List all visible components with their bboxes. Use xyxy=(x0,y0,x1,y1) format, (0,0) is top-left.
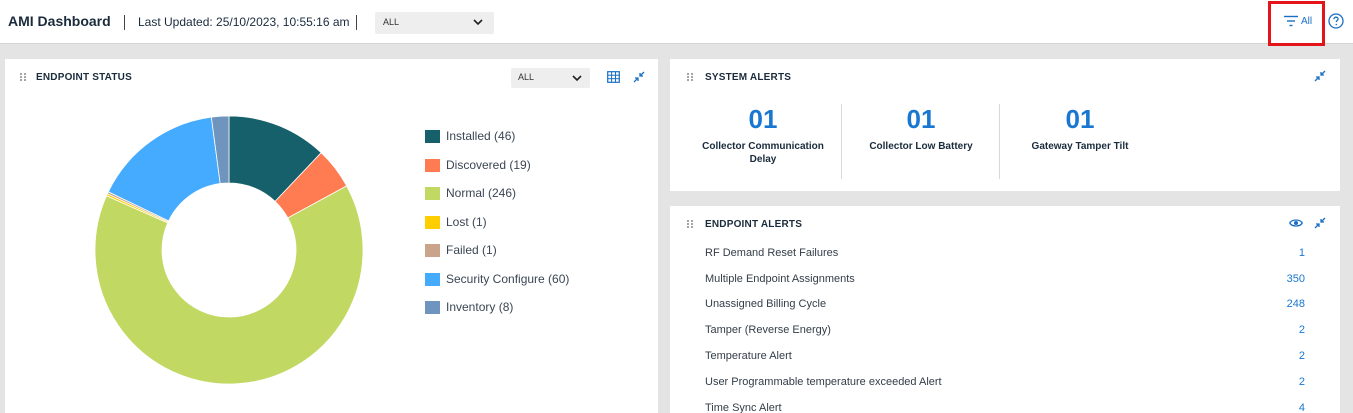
endpoint-status-select-value: ALL xyxy=(518,72,535,82)
donut-slice-normal[interactable] xyxy=(94,185,364,385)
page-title: AMI Dashboard xyxy=(8,13,111,29)
alert-tile-value: 01 xyxy=(748,104,778,134)
collapse-icon[interactable] xyxy=(633,71,645,83)
legend-label: Security Configure (60) xyxy=(446,271,570,286)
drag-handle-icon[interactable] xyxy=(686,219,694,229)
endpoint-alerts-panel: ENDPOINT ALERTS RF Demand Reset Failures… xyxy=(670,206,1340,413)
legend-label: Lost (1) xyxy=(446,214,487,229)
alert-tile-label: Collector Low Battery xyxy=(869,141,973,152)
alert-count[interactable]: 2 xyxy=(1299,324,1305,336)
legend-item-normal[interactable]: Normal (246) xyxy=(425,184,625,202)
alert-label: User Programmable temperature exceeded A… xyxy=(705,376,942,388)
legend-label: Failed (1) xyxy=(446,243,497,257)
list-item[interactable]: Temperature Alert 2 xyxy=(705,350,1305,366)
alert-label: RF Demand Reset Failures xyxy=(705,247,839,259)
alert-count[interactable]: 2 xyxy=(1299,376,1305,388)
list-item[interactable]: Unassigned Billing Cycle 248 xyxy=(705,298,1305,314)
legend-item-security-configure[interactable]: Security Configure (60) xyxy=(425,270,625,288)
drag-handle-icon[interactable] xyxy=(686,72,694,82)
system-alerts-title: SYSTEM ALERTS xyxy=(705,72,792,83)
chevron-down-icon xyxy=(572,75,582,82)
legend-swatch xyxy=(425,130,440,143)
alert-count[interactable]: 4 xyxy=(1299,402,1305,413)
filter-button[interactable]: All xyxy=(1301,16,1312,27)
legend-swatch xyxy=(425,158,440,172)
help-icon[interactable] xyxy=(1328,13,1344,29)
list-item[interactable]: User Programmable temperature exceeded A… xyxy=(705,376,1305,392)
endpoint-status-panel: ENDPOINT STATUS ALL Installed (46) Discov… xyxy=(5,59,658,413)
endpoint-alerts-title: ENDPOINT ALERTS xyxy=(705,219,803,230)
last-updated-text: Last Updated: 25/10/2023, 10:55:16 am xyxy=(138,15,350,29)
alert-tile-collector-communication-delay[interactable]: 01 Collector Communication Delay xyxy=(678,104,848,166)
alert-label: Unassigned Billing Cycle xyxy=(705,298,827,310)
legend-label: Inventory (8) xyxy=(446,300,514,314)
legend-swatch xyxy=(425,272,440,286)
legend-swatch xyxy=(425,244,440,257)
alert-label: Time Sync Alert xyxy=(705,402,782,413)
legend-item-inventory[interactable]: Inventory (8) xyxy=(425,298,625,316)
alert-tile-label: Gateway Tamper Tilt xyxy=(1031,141,1129,152)
list-item[interactable]: Tamper (Reverse Energy) 2 xyxy=(705,324,1305,340)
alert-tile-value: 01 xyxy=(906,104,936,134)
endpoint-status-donut-chart xyxy=(94,115,364,385)
legend-item-failed[interactable]: Failed (1) xyxy=(425,241,625,259)
alert-tile-value: 01 xyxy=(1065,104,1095,134)
chevron-down-icon xyxy=(473,19,483,26)
alert-tile-gateway-tamper-tilt[interactable]: 01 Gateway Tamper Tilt xyxy=(995,104,1165,153)
alert-label: Tamper (Reverse Energy) xyxy=(705,324,831,336)
legend-label: Installed (46) xyxy=(446,129,516,143)
table-view-icon[interactable] xyxy=(607,71,620,83)
list-item[interactable]: RF Demand Reset Failures 1 xyxy=(705,247,1305,263)
alert-tile-label: Collector Communication Delay xyxy=(702,141,824,165)
eye-icon[interactable] xyxy=(1289,218,1303,228)
collapse-icon[interactable] xyxy=(1314,217,1326,229)
system-alerts-panel: SYSTEM ALERTS 01 Collector Communication… xyxy=(670,59,1340,191)
top-bar: AMI Dashboard Last Updated: 25/10/2023, … xyxy=(0,0,1353,46)
scope-select-value: ALL xyxy=(383,17,400,27)
alert-count[interactable]: 350 xyxy=(1287,273,1305,285)
filter-icon[interactable] xyxy=(1284,15,1298,27)
legend-label: Normal (246) xyxy=(446,186,517,200)
legend-swatch xyxy=(425,301,440,314)
list-item[interactable]: Multiple Endpoint Assignments 350 xyxy=(705,273,1305,289)
header-divider xyxy=(356,15,357,30)
drag-handle-icon[interactable] xyxy=(19,72,27,82)
legend-swatch xyxy=(425,187,440,200)
alert-label: Temperature Alert xyxy=(705,350,792,362)
legend-item-lost[interactable]: Lost (1) xyxy=(425,213,625,231)
scope-select[interactable]: ALL xyxy=(375,12,494,34)
legend-swatch xyxy=(425,215,440,229)
endpoint-status-title: ENDPOINT STATUS xyxy=(36,72,132,83)
endpoint-status-select[interactable]: ALL xyxy=(511,68,590,88)
header-divider xyxy=(124,15,125,30)
alert-label: Multiple Endpoint Assignments xyxy=(705,273,855,285)
list-item[interactable]: Time Sync Alert 4 xyxy=(705,402,1305,413)
legend-item-discovered[interactable]: Discovered (19) xyxy=(425,156,625,174)
alert-count[interactable]: 1 xyxy=(1299,247,1305,259)
alert-count[interactable]: 2 xyxy=(1299,350,1305,362)
alert-tile-collector-low-battery[interactable]: 01 Collector Low Battery xyxy=(836,104,1006,153)
alert-count[interactable]: 248 xyxy=(1287,298,1305,310)
collapse-icon[interactable] xyxy=(1314,70,1326,82)
legend-label: Discovered (19) xyxy=(446,157,531,172)
legend-item-installed[interactable]: Installed (46) xyxy=(425,127,625,145)
